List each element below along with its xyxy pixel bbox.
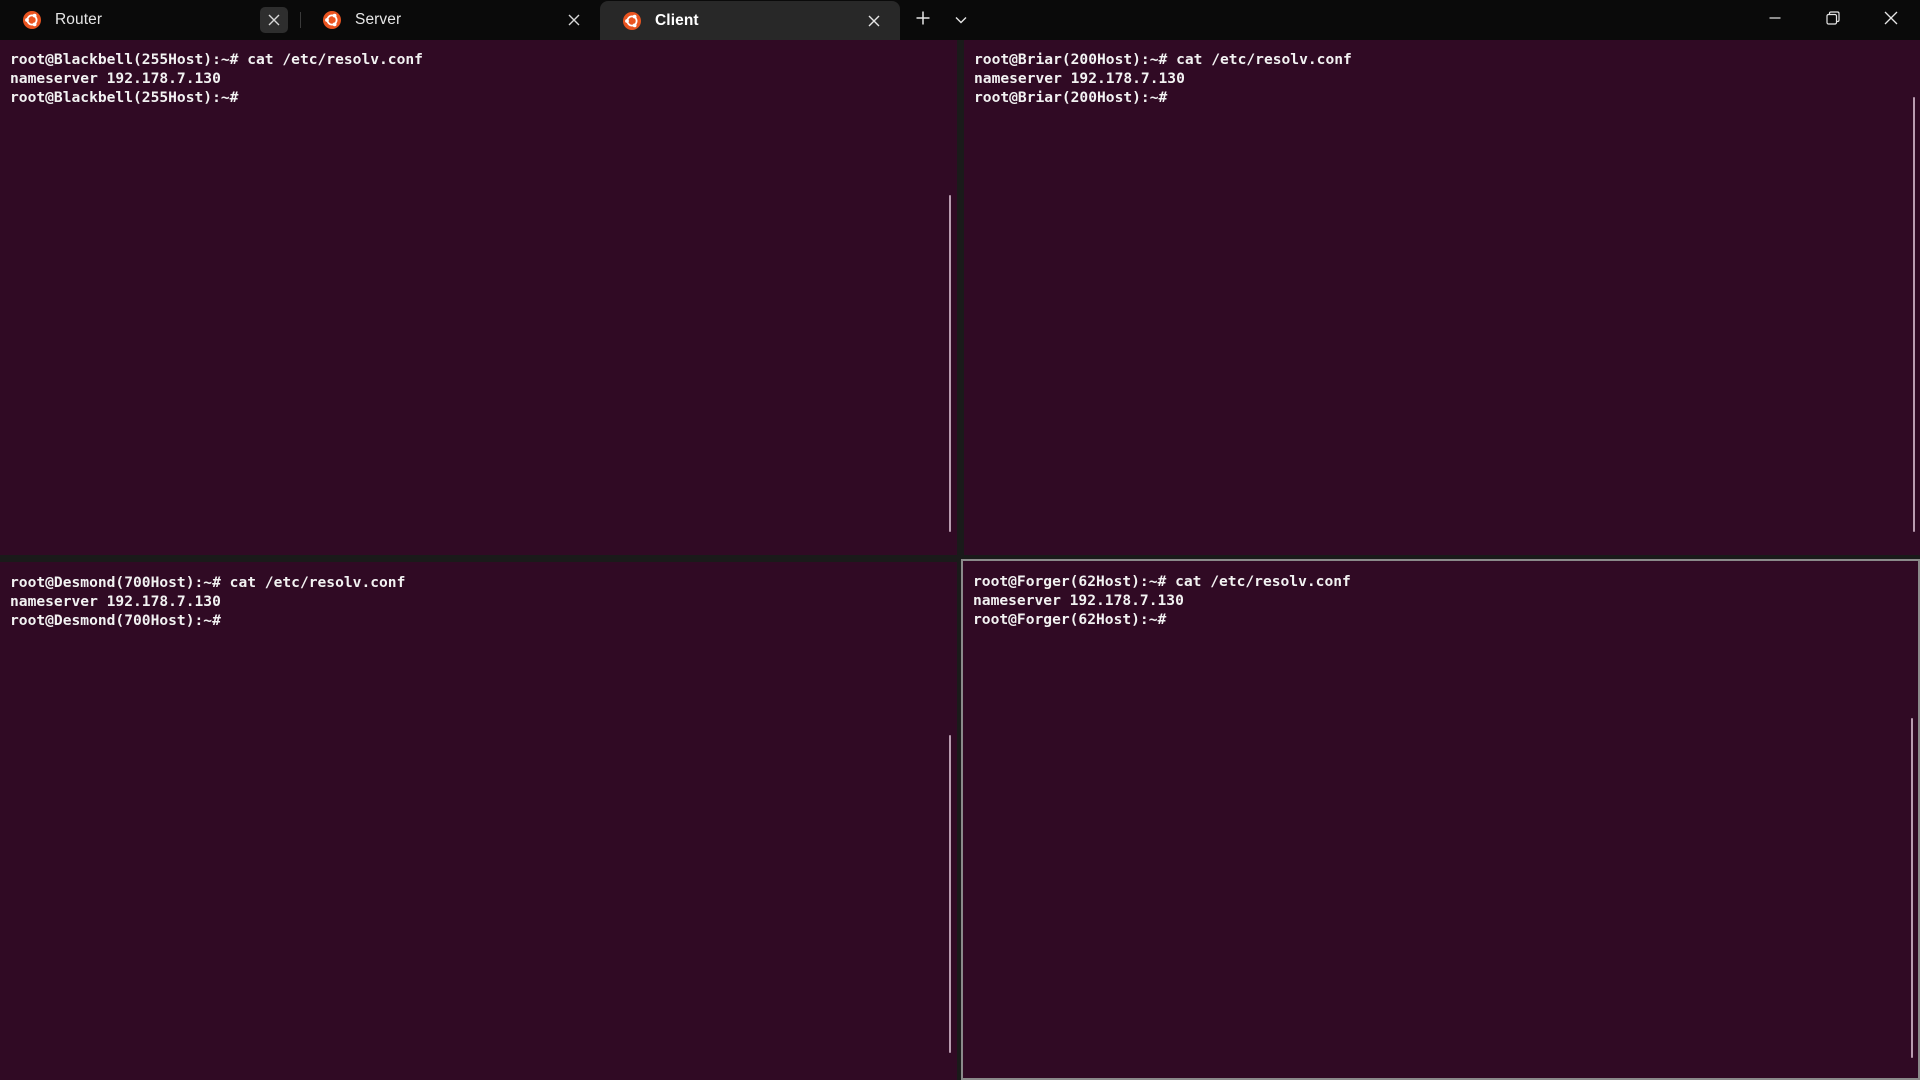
window-close-button[interactable] <box>1862 0 1920 40</box>
plus-icon <box>916 11 930 30</box>
terminal-pane-bottom-left[interactable]: root@Desmond(700Host):~# cat /etc/resolv… <box>0 562 957 1080</box>
close-icon <box>1884 11 1898 30</box>
titlebar-drag-area[interactable] <box>980 0 1746 40</box>
tab-server[interactable]: Server <box>300 0 600 40</box>
tab-label: Router <box>55 11 103 28</box>
terminal-line: nameserver 192.178.7.130 <box>973 592 1184 609</box>
tab-dropdown-button[interactable] <box>942 0 980 40</box>
terminal-line: root@Desmond(700Host):~# cat /etc/resolv… <box>10 574 406 591</box>
tab-router[interactable]: Router <box>0 0 301 40</box>
terminal-line: nameserver 192.178.7.130 <box>10 70 221 87</box>
tab-label: Client <box>655 11 699 29</box>
terminal-output: root@Briar(200Host):~# cat /etc/resolv.c… <box>974 50 1352 107</box>
terminal-pane-bottom-right[interactable]: root@Forger(62Host):~# cat /etc/resolv.c… <box>961 559 1920 1080</box>
terminal-line: root@Forger(62Host):~# cat /etc/resolv.c… <box>973 573 1351 590</box>
terminal-output: root@Desmond(700Host):~# cat /etc/resolv… <box>10 573 405 630</box>
terminal-line: root@Blackbell(255Host):~# <box>10 89 239 106</box>
title-bar: Router Server Client <box>0 0 1920 40</box>
scrollbar[interactable] <box>949 735 951 1053</box>
terminal-line: root@Desmond(700Host):~# <box>10 612 221 629</box>
scrollbar[interactable] <box>949 195 951 532</box>
terminal-line: nameserver 192.178.7.130 <box>10 593 221 610</box>
ubuntu-icon <box>22 10 42 30</box>
minimize-icon <box>1769 11 1781 29</box>
terminal-output: root@Forger(62Host):~# cat /etc/resolv.c… <box>973 572 1351 629</box>
close-icon[interactable] <box>860 8 888 34</box>
terminal-line: root@Briar(200Host):~# cat /etc/resolv.c… <box>974 51 1352 68</box>
new-tab-button[interactable] <box>904 0 942 40</box>
terminal-output: root@Blackbell(255Host):~# cat /etc/reso… <box>10 50 423 107</box>
ubuntu-icon <box>322 10 342 30</box>
ubuntu-icon <box>622 11 642 31</box>
terminal-line: root@Briar(200Host):~# <box>974 89 1168 106</box>
terminal-pane-top-left[interactable]: root@Blackbell(255Host):~# cat /etc/reso… <box>0 40 957 555</box>
close-icon[interactable] <box>260 7 288 33</box>
close-icon[interactable] <box>560 7 588 33</box>
terminal-line: root@Blackbell(255Host):~# cat /etc/reso… <box>10 51 423 68</box>
terminal-pane-top-right[interactable]: root@Briar(200Host):~# cat /etc/resolv.c… <box>964 40 1920 555</box>
restore-button[interactable] <box>1804 0 1862 40</box>
chevron-down-icon <box>955 11 967 29</box>
terminal-window: Router Server Client root@Blackbell(255H… <box>0 0 1920 1080</box>
terminal-line: root@Forger(62Host):~# <box>973 611 1167 628</box>
tab-label: Server <box>355 11 402 28</box>
minimize-button[interactable] <box>1746 0 1804 40</box>
terminal-line: nameserver 192.178.7.130 <box>974 70 1185 87</box>
scrollbar[interactable] <box>1913 97 1915 532</box>
restore-icon <box>1826 10 1840 30</box>
scrollbar[interactable] <box>1911 718 1913 1058</box>
tab-client[interactable]: Client <box>600 1 900 40</box>
